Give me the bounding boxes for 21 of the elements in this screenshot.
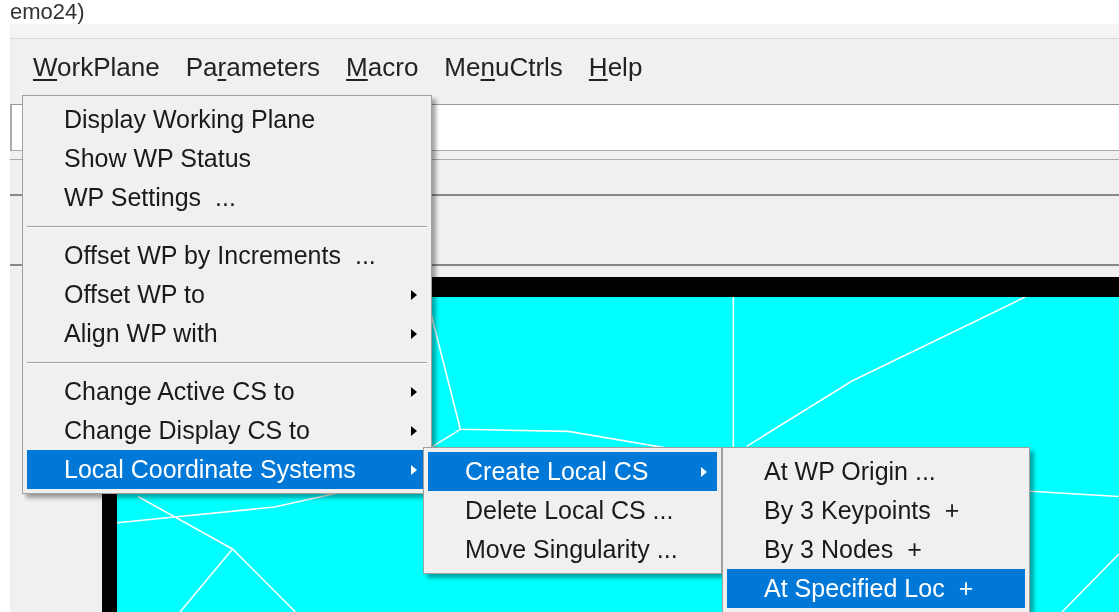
menu-item[interactable]: At WP Origin ... bbox=[727, 452, 1025, 491]
menu-item[interactable]: Change Display CS to bbox=[27, 411, 427, 450]
menu-item[interactable]: Parameters bbox=[185, 47, 321, 87]
menu-item[interactable]: Move Singularity ... bbox=[428, 530, 717, 569]
menu-item[interactable]: Align WP with bbox=[27, 314, 427, 353]
menu-item[interactable]: Offset WP by Increments ... bbox=[27, 236, 427, 275]
menu-item[interactable]: Change Active CS to bbox=[27, 372, 427, 411]
menu-item[interactable]: WP Settings ... bbox=[27, 178, 427, 217]
menu-item[interactable]: Delete Local CS ... bbox=[428, 491, 717, 530]
menu-item[interactable]: By 3 Keypoints + bbox=[727, 491, 1025, 530]
menu-item[interactable]: Macro bbox=[346, 47, 419, 87]
menu-item[interactable]: WorkPlane bbox=[33, 47, 160, 87]
menu-item[interactable]: Create Local CS bbox=[428, 452, 717, 491]
window-title: emo24) bbox=[10, 0, 85, 24]
menu-item[interactable]: Offset WP to bbox=[27, 275, 427, 314]
menu-item[interactable]: Show WP Status bbox=[27, 139, 427, 178]
menu-item[interactable]: At Specified Loc + bbox=[727, 569, 1025, 608]
menu-item[interactable]: MenuCtrls bbox=[444, 47, 563, 87]
menu-item[interactable]: By 3 Nodes + bbox=[727, 530, 1025, 569]
menu-item[interactable]: Help bbox=[588, 47, 643, 87]
menu-item[interactable]: Display Working Plane bbox=[27, 100, 427, 139]
